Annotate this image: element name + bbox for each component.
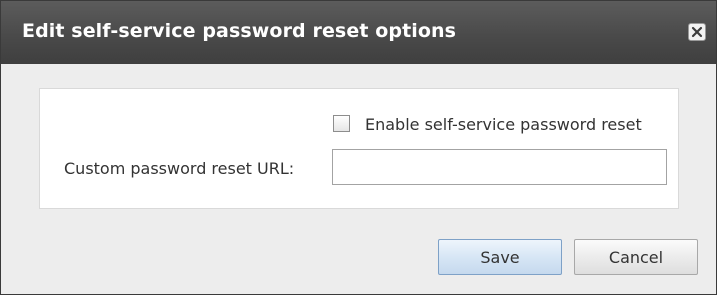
dialog-titlebar: Edit self-service password reset options: [1, 1, 716, 64]
save-button[interactable]: Save: [438, 239, 562, 275]
close-icon[interactable]: [688, 23, 706, 41]
enable-sspr-checkbox[interactable]: [333, 115, 350, 132]
custom-url-label: Custom password reset URL:: [64, 159, 295, 178]
cancel-button[interactable]: Cancel: [574, 239, 698, 275]
dialog-title: Edit self-service password reset options: [22, 20, 457, 42]
edit-sspr-dialog: Edit self-service password reset options…: [0, 0, 717, 295]
custom-url-input[interactable]: [332, 149, 667, 185]
enable-sspr-label[interactable]: Enable self-service password reset: [365, 115, 642, 134]
